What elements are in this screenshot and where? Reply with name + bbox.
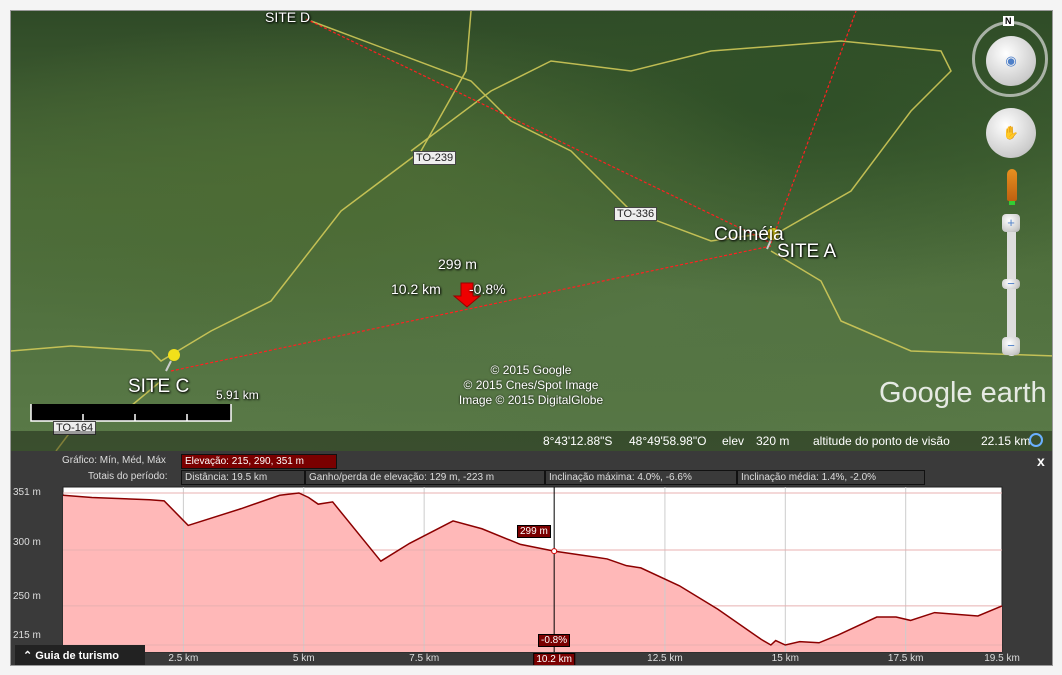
cursor-distance: 10.2 km [391,281,441,297]
elevation-value: 320 m [756,434,790,448]
cursor-elevation-tag: 299 m [517,525,551,538]
town-label: Colméia [714,224,784,245]
zoom-in-button[interactable]: + [1002,214,1020,232]
cursor-slope: -0.8% [469,281,506,297]
totals-label: Totais do período: [88,471,168,482]
scale-label: 5.91 km [216,388,259,402]
road-label: TO-336 [614,207,658,221]
x-tick-label: 17.5 km [887,653,924,664]
latitude: 8°43'12.88"S [543,434,613,448]
avg-slope: Inclinação média: 1.4%, -2.0% [737,470,925,485]
map-view[interactable]: SITE D SITE A SITE C Colméia TO-239 TO-3… [11,11,1052,451]
copyright-line: Image © 2015 DigitalGlobe [458,393,604,407]
street-view-pegman-icon[interactable] [1007,169,1017,201]
x-tick-label: 19.5 km [984,653,1020,664]
loading-indicator-icon [1029,433,1043,447]
longitude: 48°49'58.98"O [629,434,707,448]
look-joystick[interactable]: ◉ [986,36,1036,86]
copyright-line: © 2015 Cnes/Spot Image [463,378,599,392]
close-profile-button[interactable]: x [1037,453,1045,469]
y-tick-label: 300 m [13,537,41,548]
elevation-label: elev [722,434,745,448]
y-tick-label: 250 m [13,591,41,602]
status-bar: 8°43'12.88"S 48°49'58.98"O elev 320 m al… [11,431,1052,451]
placemark-label[interactable]: SITE D [265,11,310,25]
google-earth-window: SITE D SITE A SITE C Colméia TO-239 TO-3… [10,10,1053,666]
zoom-slider-handle[interactable]: − [1002,277,1020,290]
cursor-slope-tag: -0.8% [538,634,571,647]
y-tick-label: 351 m [13,487,41,498]
max-slope: Inclinação máxima: 4.0%, -6.6% [545,470,737,485]
compass-north[interactable]: N [1003,16,1014,26]
road-line [11,11,472,362]
elevation-profile-panel: Gráfico: Mín, Méd, Máx Elevação: 215, 29… [11,451,1052,665]
placemark-label[interactable]: SITE C [128,376,189,398]
x-tick-label: 7.5 km [409,653,440,664]
x-tick-label: 5 km [292,653,315,664]
move-joystick[interactable]: ✋ [986,108,1036,158]
eye-altitude-label: altitude do ponto de visão [813,434,950,448]
chevron-up-icon: ⌃ [23,650,36,662]
x-tick-label: 10.2 km [533,653,575,665]
distance-total: Distância: 19.5 km [181,470,305,485]
road-label: TO-239 [413,151,457,165]
graph-label: Gráfico: Mín, Méd, Máx [62,455,166,466]
copyright-line: © 2015 Google [490,363,572,377]
placemark-label[interactable]: SITE A [777,241,836,263]
eye-icon: ◉ [1005,53,1017,68]
tour-guide-button[interactable]: ⌃ Guia de turismo [15,645,145,665]
copyright: © 2015 Google © 2015 Cnes/Spot Image Ima… [431,363,631,408]
zoom-out-button[interactable]: − [1002,337,1020,355]
tour-guide-label: Guia de turismo [35,650,120,662]
x-tick-label: 15 km [771,653,799,664]
y-tick-label: 215 m [13,630,41,641]
cursor-elevation: 299 m [438,256,477,272]
elevation-gain-loss: Ganho/perda de elevação: 129 m, -223 m [305,470,545,485]
x-tick-label: 12.5 km [647,653,683,664]
google-earth-logo: Google earth [879,377,1047,409]
path-line [305,18,772,244]
x-tick-label: 2.5 km [168,653,199,664]
elevation-summary[interactable]: Elevação: 215, 290, 351 m [181,454,337,469]
distance-scale [30,404,232,422]
eye-altitude-value: 22.15 km [981,434,1031,448]
hand-icon: ✋ [1002,125,1020,140]
pushpin-icon [165,349,180,372]
